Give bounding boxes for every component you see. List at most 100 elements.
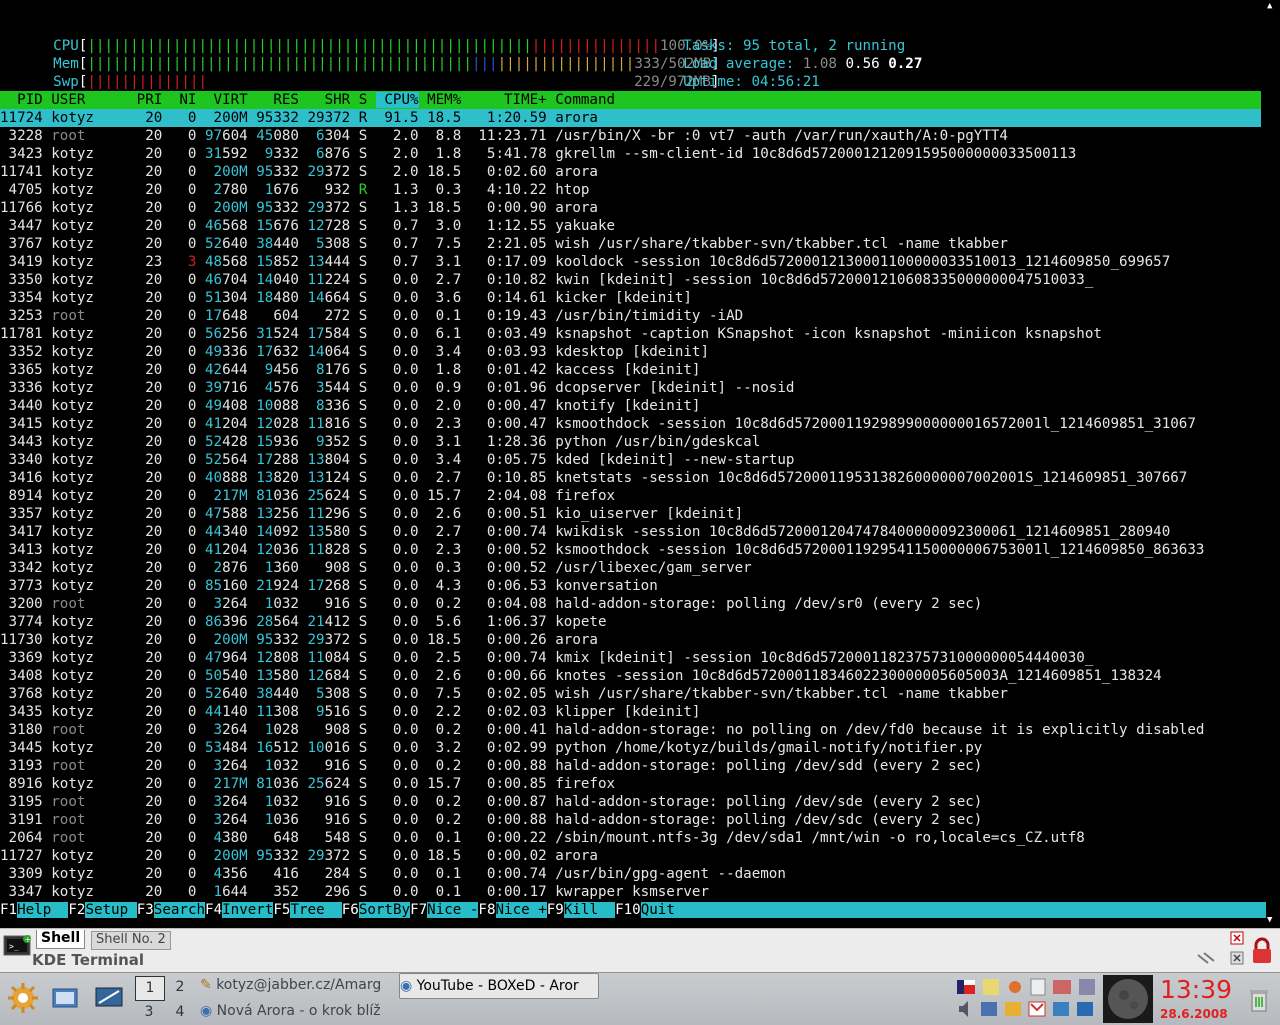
tab-shell-no-2[interactable]: Shell No. 2 bbox=[91, 931, 171, 950]
column-mem[interactable]: MEM% bbox=[419, 92, 461, 108]
file-manager-icon[interactable] bbox=[50, 983, 80, 1013]
column-cpu[interactable]: CPU% bbox=[375, 92, 419, 108]
column-s[interactable]: S bbox=[350, 92, 376, 108]
load-average: Load average: 1.08 0.56 0.27 bbox=[683, 56, 923, 72]
process-row[interactable]: 3253 root 20 0 17648 604 272 S 0.0 0.1 0… bbox=[0, 307, 1261, 325]
new-tab-terminal-icon[interactable]: >_ + bbox=[3, 934, 33, 958]
process-row[interactable]: 3369 kotyz 20 0 47964 12808 11084 S 0.0 … bbox=[0, 649, 1261, 667]
column-command[interactable]: Command bbox=[547, 92, 615, 108]
tab-shell[interactable]: Shell bbox=[36, 930, 86, 949]
process-row[interactable]: 3447 kotyz 20 0 46568 15676 12728 S 0.7 … bbox=[0, 217, 1261, 235]
fkey-f2[interactable]: F2Setup bbox=[68, 902, 137, 918]
process-row[interactable]: 3350 kotyz 20 0 46704 14040 11224 S 0.0 … bbox=[0, 271, 1261, 289]
task-arora[interactable]: ◉ Nová Arora - o krok blíž bbox=[200, 999, 396, 1023]
process-row[interactable]: 3435 kotyz 20 0 44140 11308 9516 S 0.0 2… bbox=[0, 703, 1261, 721]
process-row[interactable]: 2064 root 20 0 4380 648 548 S 0.0 0.1 0:… bbox=[0, 829, 1261, 847]
column-ni[interactable]: NI bbox=[162, 92, 196, 108]
fkey-f10[interactable]: F10Quit bbox=[615, 902, 675, 918]
process-row[interactable]: 3309 kotyz 20 0 4356 416 284 S 0.0 0.1 0… bbox=[0, 865, 1261, 883]
trash-icon[interactable] bbox=[1248, 987, 1270, 1013]
desktop-1[interactable]: 1 bbox=[135, 976, 165, 1001]
process-row[interactable]: 11724 kotyz 20 0 200M 95332 29372 R 91.5… bbox=[0, 109, 1261, 127]
process-row[interactable]: 8916 kotyz 20 0 217M 81036 25624 S 0.0 1… bbox=[0, 775, 1261, 793]
process-table-header[interactable]: PID USER PRI NI VIRT RES SHR S CPU% MEM%… bbox=[0, 91, 1261, 109]
process-row[interactable]: 3419 kotyz 23 3 48568 15852 13444 S 0.7 … bbox=[0, 253, 1261, 271]
clock-time[interactable]: 13:39 bbox=[1160, 975, 1232, 1004]
terminal-scrollbar[interactable]: ▲ ▼ bbox=[1266, 0, 1280, 928]
process-row[interactable]: 3413 kotyz 20 0 41204 12036 11828 S 0.0 … bbox=[0, 541, 1261, 559]
column-res[interactable]: RES bbox=[248, 92, 299, 108]
task-jabber[interactable]: ✎ kotyz@jabber.cz/Amarg bbox=[200, 973, 396, 997]
column-user[interactable]: USER bbox=[51, 92, 128, 108]
close-window-icon[interactable] bbox=[1230, 951, 1244, 965]
scroll-down-icon[interactable]: ▼ bbox=[1267, 915, 1272, 925]
fkey-f9[interactable]: F9Kill bbox=[547, 902, 616, 918]
close-tab-icon[interactable] bbox=[1230, 931, 1244, 945]
process-row[interactable]: 3443 kotyz 20 0 52428 15936 9352 S 0.0 3… bbox=[0, 433, 1261, 451]
process-row[interactable]: 3354 kotyz 20 0 51304 18480 14664 S 0.0 … bbox=[0, 289, 1261, 307]
system-tray-icons[interactable] bbox=[955, 976, 1100, 1022]
scroll-up-icon[interactable]: ▲ bbox=[1267, 1, 1272, 11]
process-row[interactable]: 11730 kotyz 20 0 200M 95332 29372 S 0.0 … bbox=[0, 631, 1261, 649]
fkey-f8[interactable]: F8Nice + bbox=[478, 902, 547, 918]
window-title: KDE Terminal bbox=[32, 951, 145, 969]
cpu-meter: CPU[||||||||||||||||||||||||||||||||||||… bbox=[53, 38, 720, 54]
process-row[interactable]: 3193 root 20 0 3264 1032 916 S 0.0 0.2 0… bbox=[0, 757, 1261, 775]
fkey-f7[interactable]: F7Nice - bbox=[410, 902, 479, 918]
process-row[interactable]: 4705 kotyz 20 0 2780 1676 932 R 1.3 0.3 … bbox=[0, 181, 1261, 199]
desktop-icon[interactable] bbox=[93, 983, 125, 1013]
process-row[interactable]: 3773 kotyz 20 0 85160 21924 17268 S 0.0 … bbox=[0, 577, 1261, 595]
process-row[interactable]: 11781 kotyz 20 0 56256 31524 17584 S 0.0… bbox=[0, 325, 1261, 343]
process-row[interactable]: 3417 kotyz 20 0 44340 14092 13580 S 0.0 … bbox=[0, 523, 1261, 541]
svg-text:>_: >_ bbox=[9, 942, 19, 951]
process-row[interactable]: 3415 kotyz 20 0 41204 12028 11816 S 0.0 … bbox=[0, 415, 1261, 433]
process-row[interactable]: 3423 kotyz 20 0 31592 9332 6876 S 2.0 1.… bbox=[0, 145, 1261, 163]
konsole-tabbar: >_ + Shell Shell No. 2 KDE Terminal bbox=[0, 928, 1280, 973]
column-pid[interactable]: PID bbox=[0, 92, 51, 108]
htop-terminal[interactable]: CPU[||||||||||||||||||||||||||||||||||||… bbox=[0, 0, 1266, 928]
process-row[interactable]: 3191 root 20 0 3264 1036 916 S 0.0 0.2 0… bbox=[0, 811, 1261, 829]
process-row[interactable]: 3416 kotyz 20 0 40888 13820 13124 S 0.0 … bbox=[0, 469, 1261, 487]
process-row[interactable]: 3357 kotyz 20 0 47588 13256 11296 S 0.0 … bbox=[0, 505, 1261, 523]
fkey-f1[interactable]: F1Help bbox=[0, 902, 69, 918]
desktop-2[interactable]: 2 bbox=[166, 976, 194, 999]
process-row[interactable]: 3440 kotyz 20 0 49408 10088 8336 S 0.0 2… bbox=[0, 397, 1261, 415]
process-row[interactable]: 3340 kotyz 20 0 52564 17288 13804 S 0.0 … bbox=[0, 451, 1261, 469]
process-row[interactable]: 3228 root 20 0 97604 45080 6304 S 2.0 8.… bbox=[0, 127, 1261, 145]
fkey-f4[interactable]: F4Invert bbox=[205, 902, 274, 918]
process-row[interactable]: 3352 kotyz 20 0 49336 17632 14064 S 0.0 … bbox=[0, 343, 1261, 361]
column-time[interactable]: TIME+ bbox=[461, 92, 547, 108]
process-row[interactable]: 8914 kotyz 20 0 217M 81036 25624 S 0.0 1… bbox=[0, 487, 1261, 505]
process-row[interactable]: 3195 root 20 0 3264 1032 916 S 0.0 0.2 0… bbox=[0, 793, 1261, 811]
process-row[interactable]: 3365 kotyz 20 0 42644 9456 8176 S 0.0 1.… bbox=[0, 361, 1261, 379]
process-row[interactable]: 3342 kotyz 20 0 2876 1360 908 S 0.0 0.3 … bbox=[0, 559, 1261, 577]
clock-date[interactable]: 28.6.2008 bbox=[1160, 1007, 1228, 1021]
process-row[interactable]: 3347 kotyz 20 0 1644 352 296 S 0.0 0.1 0… bbox=[0, 883, 1261, 901]
process-row[interactable]: 3774 kotyz 20 0 86396 28564 21412 S 0.0 … bbox=[0, 613, 1261, 631]
task-youtube[interactable]: ◉ YouTube - BOXeD - Aror bbox=[399, 973, 599, 999]
desktop-4[interactable]: 4 bbox=[166, 1001, 194, 1024]
column-shr[interactable]: SHR bbox=[299, 92, 351, 108]
process-row[interactable]: 3445 kotyz 20 0 53484 16512 10016 S 0.0 … bbox=[0, 739, 1261, 757]
process-row[interactable]: 3408 kotyz 20 0 50540 13580 12684 S 0.0 … bbox=[0, 667, 1261, 685]
process-row[interactable]: 3336 kotyz 20 0 39716 4576 3544 S 0.0 0.… bbox=[0, 379, 1261, 397]
process-row[interactable]: 3767 kotyz 20 0 52640 38440 5308 S 0.7 7… bbox=[0, 235, 1261, 253]
fkey-f5[interactable]: F5Tree bbox=[273, 902, 342, 918]
column-virt[interactable]: VIRT bbox=[196, 92, 248, 108]
function-key-bar[interactable]: F1Help F2Setup F3SearchF4InvertF5Tree F6… bbox=[0, 901, 1266, 919]
lock-icon[interactable] bbox=[1250, 937, 1274, 965]
process-row[interactable]: 11727 kotyz 20 0 200M 95332 29372 S 0.0 … bbox=[0, 847, 1261, 865]
browser-icon: ◉ bbox=[400, 978, 413, 994]
process-row[interactable]: 3200 root 20 0 3264 1032 916 S 0.0 0.2 0… bbox=[0, 595, 1261, 613]
mem-meter: Mem[||||||||||||||||||||||||||||||||||||… bbox=[53, 56, 720, 72]
process-row[interactable]: 3768 kotyz 20 0 52640 38440 5308 S 0.0 7… bbox=[0, 685, 1261, 703]
process-row[interactable]: 3180 root 20 0 3264 1028 908 S 0.0 0.2 0… bbox=[0, 721, 1261, 739]
desktop-3[interactable]: 3 bbox=[135, 1001, 163, 1024]
kde-menu-icon[interactable] bbox=[6, 981, 40, 1015]
fkey-f3[interactable]: F3Search bbox=[137, 902, 206, 918]
process-row[interactable]: 11741 kotyz 20 0 200M 95332 29372 S 2.0 … bbox=[0, 163, 1261, 181]
fkey-f6[interactable]: F6SortBy bbox=[342, 902, 411, 918]
tools-icon[interactable] bbox=[1196, 951, 1222, 965]
column-pri[interactable]: PRI bbox=[128, 92, 163, 108]
process-row[interactable]: 11766 kotyz 20 0 200M 95332 29372 S 1.3 … bbox=[0, 199, 1261, 217]
